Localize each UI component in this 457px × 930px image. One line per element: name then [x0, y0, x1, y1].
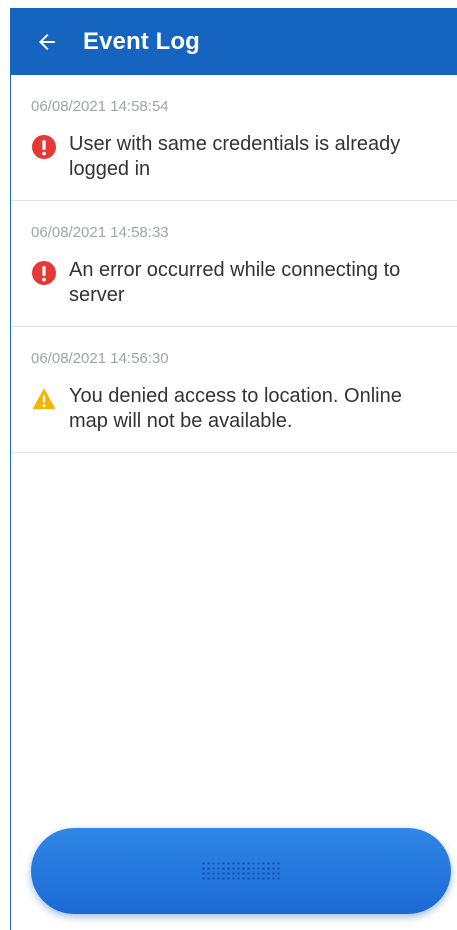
event-item-2[interactable]: 06/08/2021 14:58:33 An error occurred wh…: [11, 201, 457, 327]
event-message-row: User with same credentials is already lo…: [31, 132, 436, 182]
event-message: User with same credentials is already lo…: [69, 133, 401, 180]
event-timestamp: 06/08/2021 14:58:54: [31, 98, 169, 115]
back-button[interactable]: [23, 18, 71, 66]
event-message: You denied access to location. Online ma…: [69, 385, 402, 432]
event-message: An error occurred while connecting to se…: [69, 259, 401, 306]
grip-dots-icon: [201, 861, 281, 881]
bottom-action-button[interactable]: [31, 828, 451, 914]
event-message-row: You denied access to location. Online ma…: [31, 384, 436, 434]
event-item-1[interactable]: 06/08/2021 14:58:54 User with same crede…: [11, 75, 457, 201]
page-title: Event Log: [83, 27, 200, 55]
event-item-3[interactable]: 06/08/2021 14:56:30 You denied access to…: [11, 327, 457, 453]
error-circle-icon: [32, 135, 56, 159]
event-timestamp: 06/08/2021 14:58:33: [31, 224, 169, 241]
event-list: 06/08/2021 14:58:54 User with same crede…: [11, 75, 457, 453]
event-log-screen: Event Log 06/08/2021 14:58:54 User with …: [0, 0, 457, 930]
warning-triangle-icon: [32, 388, 56, 409]
app-bar: Event Log: [11, 8, 457, 75]
arrow-left-icon: [39, 33, 55, 50]
error-circle-icon: [32, 261, 56, 285]
event-message-row: An error occurred while connecting to se…: [31, 258, 436, 308]
event-timestamp: 06/08/2021 14:56:30: [31, 350, 169, 367]
